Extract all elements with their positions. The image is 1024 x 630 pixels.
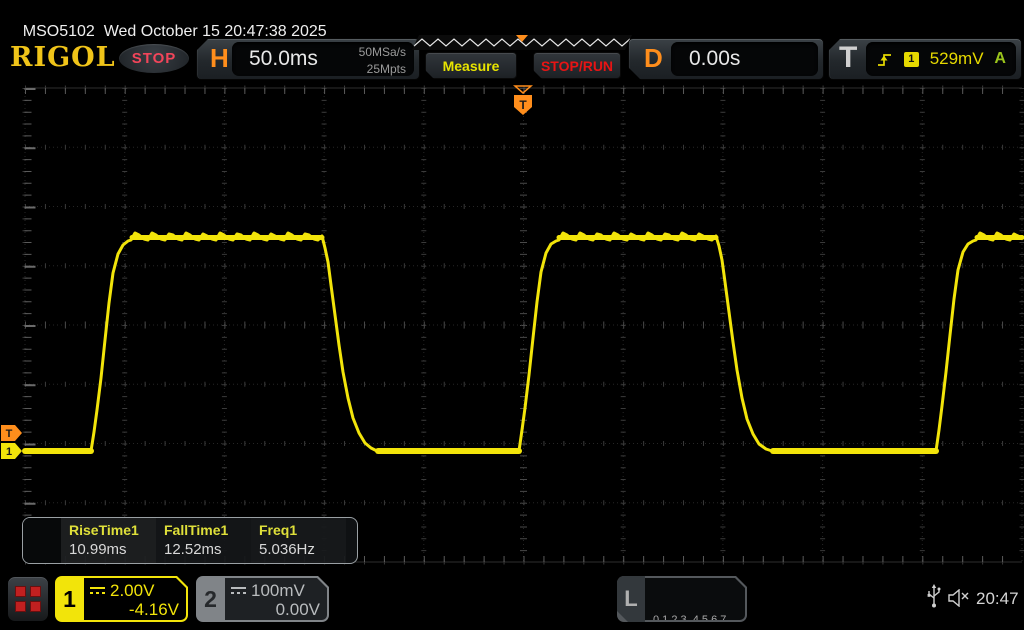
channel-1-offset: -4.16V bbox=[129, 600, 179, 619]
channel-2-tab[interactable]: 2 bbox=[196, 576, 225, 622]
oscilloscope-screen: T T 1 MSO5102 Wed October 15 20:47:38 2025… bbox=[0, 0, 1024, 630]
overview-zigzag bbox=[412, 35, 632, 50]
digital-tab[interactable]: L bbox=[617, 576, 645, 622]
measurement-label: FallTime1 bbox=[164, 522, 251, 538]
channel-2-scale: 100mV bbox=[251, 581, 305, 600]
stop-run-button-label: STOP/RUN bbox=[541, 58, 613, 74]
acquisition-rates: 50MSa/s 25Mpts bbox=[359, 44, 406, 78]
trigger-source-badge: 1 bbox=[904, 52, 919, 67]
channel-1-box[interactable]: 2.00V -4.16V 1 bbox=[55, 576, 188, 622]
usb-icon bbox=[926, 584, 942, 610]
trigger-level-value: 529mV bbox=[930, 49, 984, 69]
measurement-item[interactable]: Freq1 5.036Hz bbox=[251, 518, 346, 563]
measurement-value: 5.036Hz bbox=[259, 541, 346, 558]
main-menu-button[interactable] bbox=[7, 576, 49, 622]
measurement-item[interactable]: RiseTime1 10.99ms bbox=[61, 518, 156, 563]
timebase-value: 50.0ms bbox=[249, 47, 318, 71]
channel-2-box[interactable]: 100mV 0.00V 2 bbox=[196, 576, 329, 622]
waveform-overview-strip[interactable] bbox=[412, 35, 632, 50]
horizontal-settings-box[interactable]: H 50.0ms 50MSa/s 25Mpts bbox=[196, 38, 420, 80]
trigger-slope-icon bbox=[876, 51, 893, 68]
rigol-logo: RIGOL bbox=[10, 42, 116, 73]
svg-text:T: T bbox=[519, 98, 527, 112]
svg-text:1: 1 bbox=[6, 446, 12, 458]
delay-settings-box[interactable]: D 0.00s bbox=[628, 38, 824, 80]
measurement-panel-handle[interactable] bbox=[23, 518, 61, 563]
acquisition-status-badge[interactable]: STOP bbox=[119, 44, 189, 73]
horizontal-label: H bbox=[210, 43, 229, 74]
digital-row-1: 0 1 2 3 4 5 6 7 bbox=[653, 613, 745, 622]
measurement-label: Freq1 bbox=[259, 522, 346, 538]
delay-value: 0.00s bbox=[689, 47, 740, 71]
trigger-mode: A bbox=[994, 50, 1006, 68]
delay-label: D bbox=[644, 43, 663, 74]
stop-run-button[interactable]: STOP/RUN bbox=[533, 52, 621, 79]
trigger-pill: 1 529mV A bbox=[866, 42, 1016, 76]
channel-2-offset: 0.00V bbox=[276, 600, 320, 619]
menu-grid-icon bbox=[15, 586, 41, 612]
measure-button[interactable]: Measure bbox=[425, 52, 517, 79]
speaker-muted-icon bbox=[948, 589, 972, 607]
titlebar: MSO5102 Wed October 15 20:47:38 2025 bbox=[5, 5, 327, 27]
measure-button-label: Measure bbox=[443, 58, 500, 74]
measurement-results-panel[interactable]: RiseTime1 10.99ms FallTime1 12.52ms Freq… bbox=[22, 517, 358, 564]
dc-coupling-icon bbox=[90, 587, 105, 594]
measurement-item[interactable]: FallTime1 12.52ms bbox=[156, 518, 251, 563]
digital-channels-box[interactable]: 0 1 2 3 4 5 6 7 8 9 1011 12131415 L bbox=[617, 576, 747, 622]
channel-1-tab[interactable]: 1 bbox=[55, 576, 84, 622]
model-name: MSO5102 bbox=[23, 23, 95, 40]
datetime: Wed October 15 20:47:38 2025 bbox=[104, 23, 327, 40]
memory-depth: 25Mpts bbox=[359, 61, 406, 78]
timebase-pill: 50.0ms 50MSa/s 25Mpts bbox=[232, 42, 414, 76]
sample-rate: 50MSa/s bbox=[359, 44, 406, 61]
trigger-settings-box[interactable]: T 1 529mV A bbox=[828, 38, 1022, 80]
trigger-position-arrow[interactable] bbox=[515, 86, 531, 93]
svg-text:T: T bbox=[6, 428, 13, 440]
status-clock: 20:47 bbox=[976, 589, 1019, 609]
measurement-value: 10.99ms bbox=[69, 541, 156, 558]
dc-coupling-icon bbox=[231, 587, 246, 594]
measurement-label: RiseTime1 bbox=[69, 522, 156, 538]
channel-1-scale: 2.00V bbox=[110, 581, 154, 600]
measurement-value: 12.52ms bbox=[164, 541, 251, 558]
acquisition-status-label: STOP bbox=[132, 50, 177, 67]
trigger-label: T bbox=[839, 41, 857, 75]
delay-pill: 0.00s bbox=[671, 42, 818, 76]
